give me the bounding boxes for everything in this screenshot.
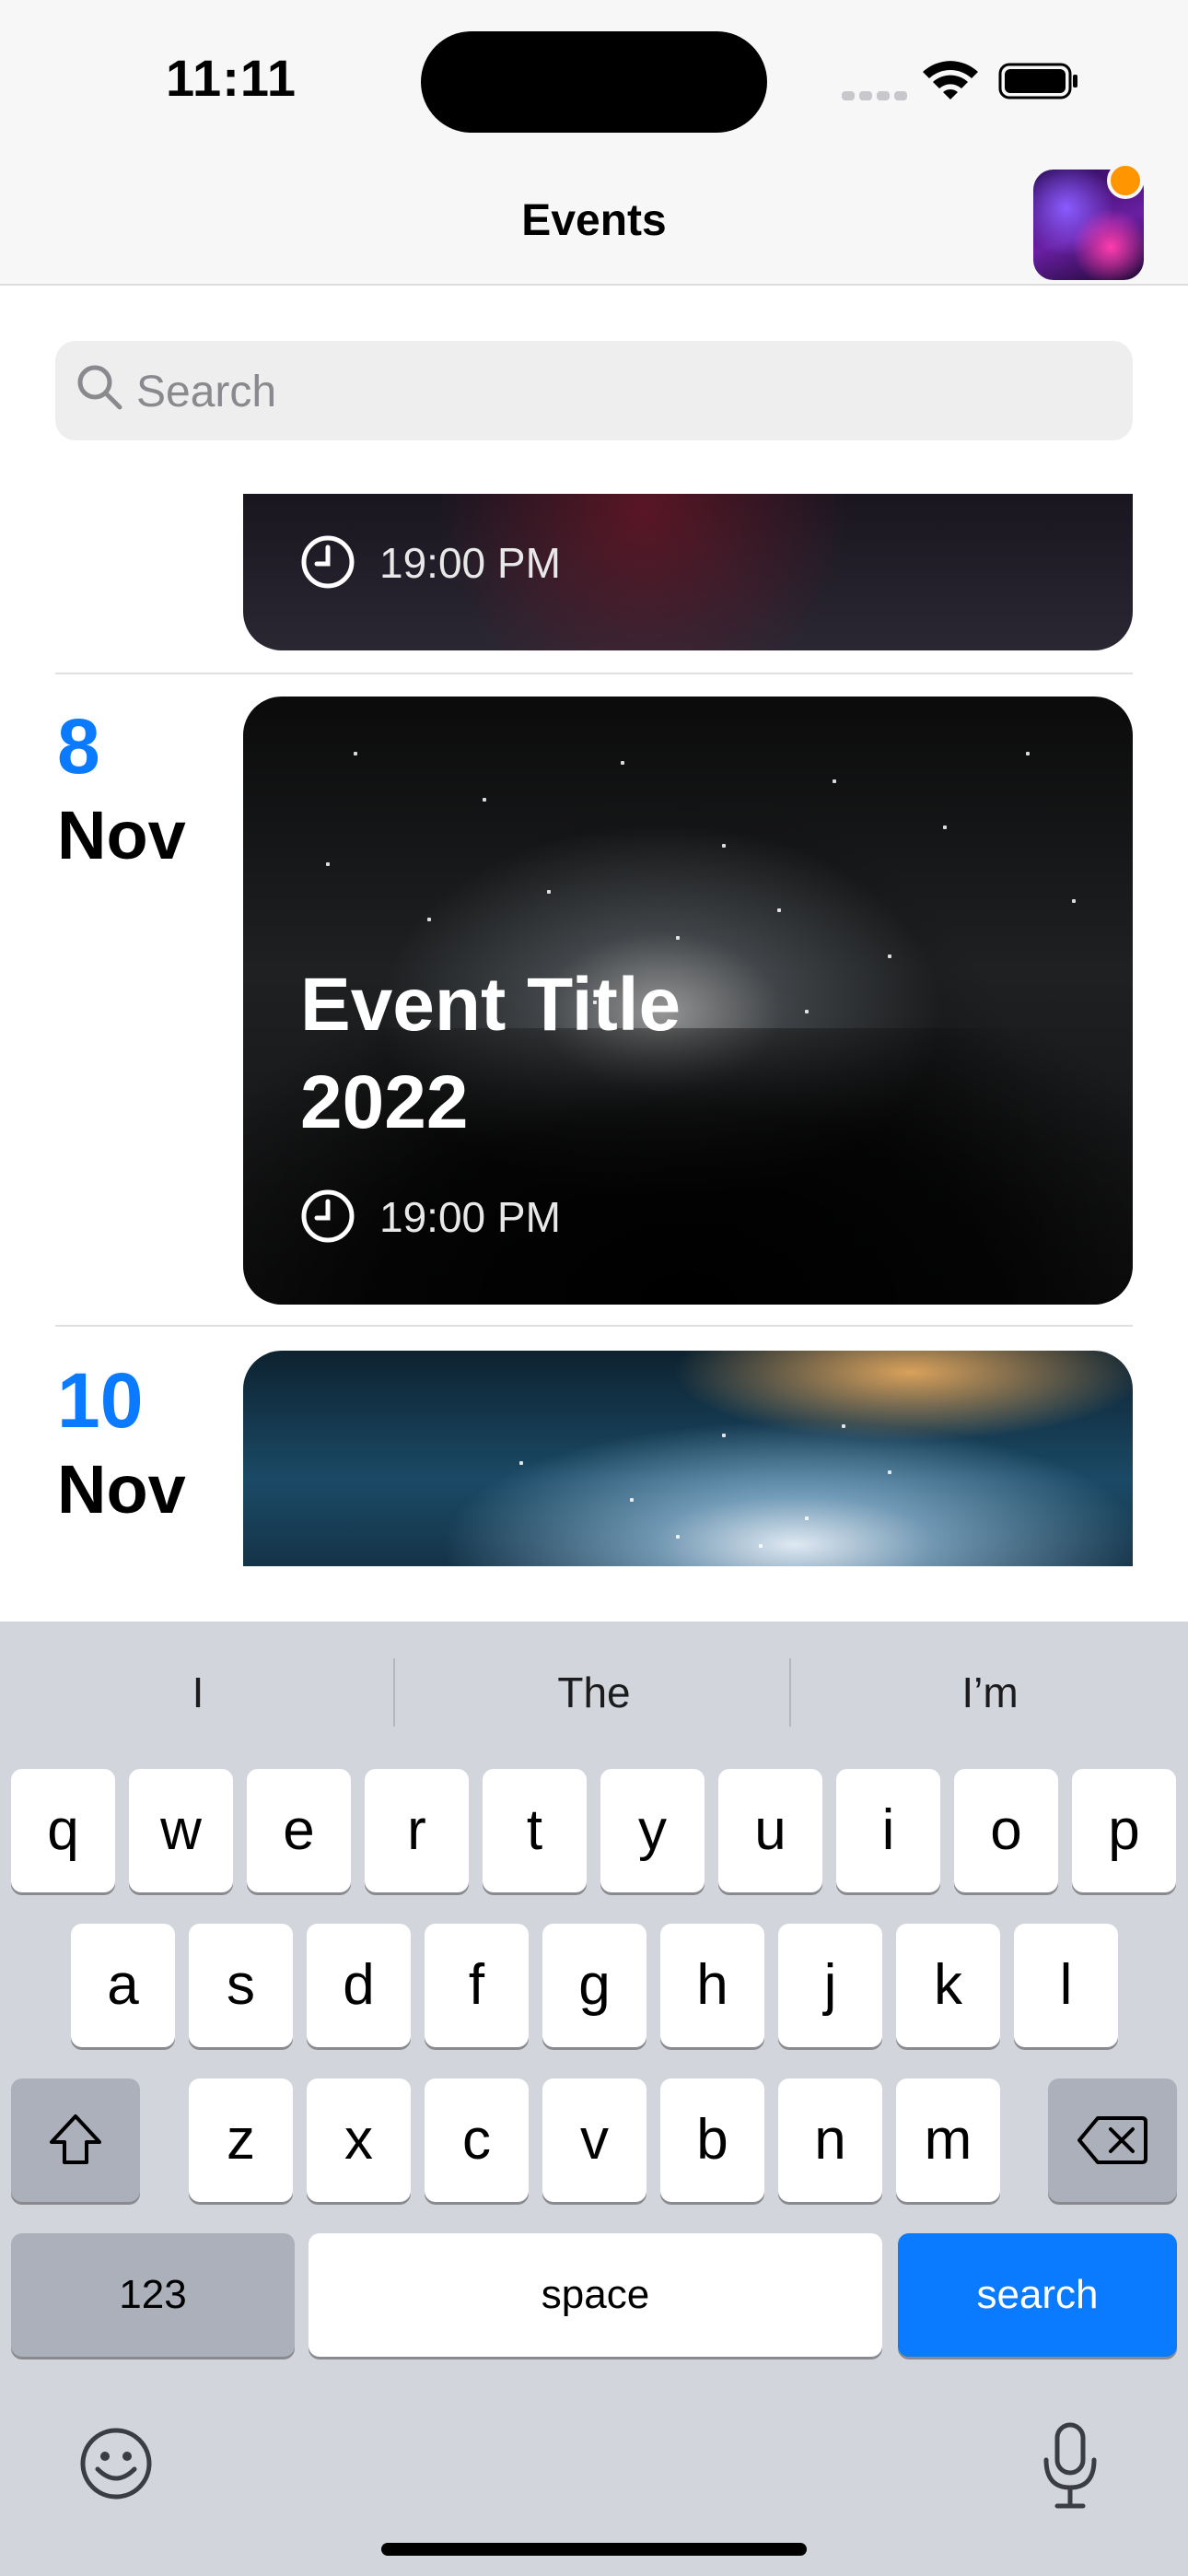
key-s[interactable]: s xyxy=(189,1924,293,2047)
key-b[interactable]: b xyxy=(660,2078,764,2202)
key-x[interactable]: x xyxy=(307,2078,411,2202)
shift-key[interactable] xyxy=(11,2078,140,2202)
event-month: Nov xyxy=(57,797,186,873)
event-day: 8 xyxy=(57,703,100,790)
page-title: Events xyxy=(521,196,667,245)
suggestion-2[interactable]: The xyxy=(401,1668,787,1717)
emoji-icon[interactable] xyxy=(77,2425,155,2502)
key-i[interactable]: i xyxy=(836,1769,940,1892)
event-card[interactable] xyxy=(243,1351,1133,1566)
home-indicator xyxy=(381,2543,807,2556)
key-g[interactable]: g xyxy=(542,1924,646,2047)
event-title-year: 2022 xyxy=(300,1060,469,1144)
event-card[interactable]: Event Title 2022 19:00 PM xyxy=(243,697,1133,1305)
key-v[interactable]: v xyxy=(542,2078,646,2202)
delete-icon xyxy=(1077,2116,1147,2164)
suggestion-separator xyxy=(393,1658,395,1727)
event-time: 19:00 PM xyxy=(379,1193,561,1241)
suggestion-1[interactable]: I xyxy=(5,1668,391,1717)
key-t[interactable]: t xyxy=(483,1769,587,1892)
numbers-key[interactable]: 123 xyxy=(11,2233,295,2357)
dynamic-island xyxy=(421,31,767,133)
key-d[interactable]: d xyxy=(307,1924,411,2047)
event-day: 10 xyxy=(57,1357,144,1444)
notification-badge xyxy=(1107,162,1144,199)
key-c[interactable]: c xyxy=(425,2078,529,2202)
search-key[interactable]: search xyxy=(898,2233,1177,2357)
suggestion-3[interactable]: I’m xyxy=(797,1668,1183,1717)
search-placeholder: Search xyxy=(136,368,277,416)
key-n[interactable]: n xyxy=(778,2078,882,2202)
key-f[interactable]: f xyxy=(425,1924,529,2047)
key-z[interactable]: z xyxy=(189,2078,293,2202)
status-time: 11:11 xyxy=(166,49,297,107)
event-month: Nov xyxy=(57,1451,186,1528)
key-u[interactable]: u xyxy=(718,1769,822,1892)
delete-key[interactable] xyxy=(1048,2078,1177,2202)
key-q[interactable]: q xyxy=(11,1769,115,1892)
suggestion-separator xyxy=(789,1658,791,1727)
key-w[interactable]: w xyxy=(129,1769,233,1892)
divider xyxy=(55,673,1133,674)
event-title: Event Title xyxy=(300,963,681,1047)
key-o[interactable]: o xyxy=(954,1769,1058,1892)
key-h[interactable]: h xyxy=(660,1924,764,2047)
search-icon xyxy=(77,365,122,410)
microphone-icon[interactable] xyxy=(1037,2419,1103,2512)
key-r[interactable]: r xyxy=(365,1769,469,1892)
space-key[interactable]: space xyxy=(309,2233,882,2357)
key-y[interactable]: y xyxy=(600,1769,705,1892)
clock-icon xyxy=(301,1189,355,1243)
key-a[interactable]: a xyxy=(71,1924,175,2047)
cellular-signal-icon xyxy=(842,88,912,105)
key-m[interactable]: m xyxy=(896,2078,1000,2202)
key-l[interactable]: l xyxy=(1014,1924,1118,2047)
event-card[interactable]: 19:00 PM xyxy=(243,494,1133,650)
key-p[interactable]: p xyxy=(1072,1769,1176,1892)
divider xyxy=(55,1325,1133,1327)
wifi-icon xyxy=(923,61,978,100)
battery-icon xyxy=(998,63,1077,100)
shift-icon xyxy=(50,2114,101,2164)
key-k[interactable]: k xyxy=(896,1924,1000,2047)
key-e[interactable]: e xyxy=(247,1769,351,1892)
clock-icon xyxy=(301,535,355,589)
key-j[interactable]: j xyxy=(778,1924,882,2047)
event-time: 19:00 PM xyxy=(379,539,561,587)
